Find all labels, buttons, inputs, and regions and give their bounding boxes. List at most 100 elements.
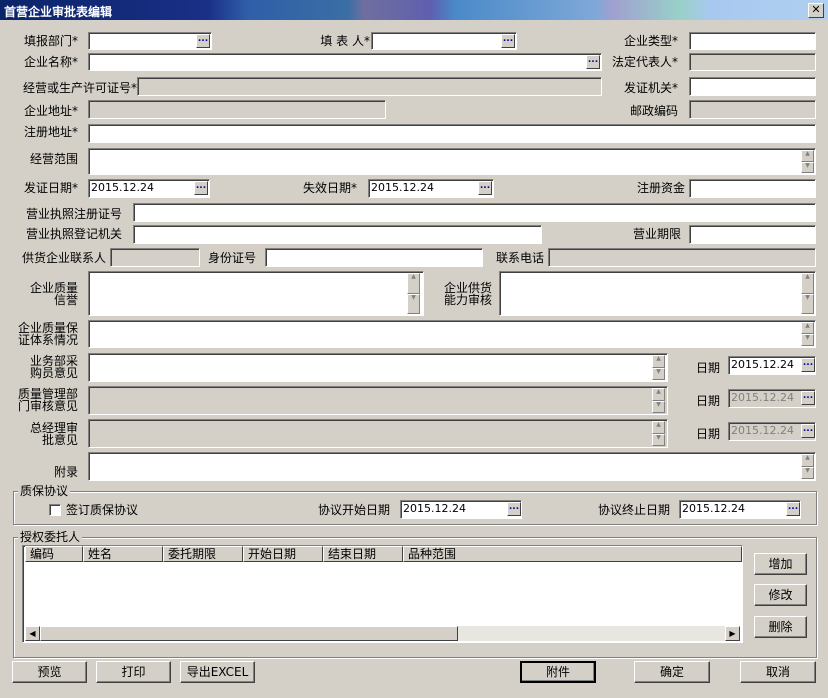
- reg-addr-field[interactable]: [88, 124, 816, 143]
- quality-rep-label: 企业质量 信誉: [20, 282, 78, 306]
- scroll-right-icon[interactable]: ▶: [725, 626, 740, 641]
- sign-agreement-checkbox[interactable]: [49, 504, 61, 516]
- scroll-up-icon[interactable]: ▲: [801, 150, 814, 162]
- sign-agreement-label: 签订质保协议: [66, 503, 139, 517]
- export-excel-button[interactable]: 导出EXCEL: [180, 661, 255, 683]
- preview-button[interactable]: 预览: [12, 661, 87, 683]
- license-no-label: 经营或生产许可证号*: [22, 81, 137, 95]
- agreement-end-picker-icon[interactable]: ...: [786, 502, 800, 516]
- scroll-up-icon[interactable]: ▲: [801, 273, 814, 294]
- scroll-up-icon[interactable]: ▲: [652, 355, 665, 368]
- appendix-field[interactable]: [88, 452, 816, 481]
- scope-label: 经营范围: [29, 152, 78, 166]
- agreement-end-field[interactable]: 2015.12.24: [679, 500, 801, 519]
- expire-date-label: 失效日期*: [302, 181, 357, 195]
- purchaser-opinion-label-line2: 购员意见: [29, 366, 78, 380]
- horizontal-scrollbar[interactable]: ◀ ▶: [25, 626, 740, 641]
- column-header[interactable]: 姓名: [83, 546, 163, 562]
- gm-date-picker-icon[interactable]: ...: [801, 424, 815, 438]
- qm-date-picker-icon[interactable]: ...: [801, 391, 815, 405]
- scroll-down-icon[interactable]: ▼: [652, 400, 665, 413]
- column-header[interactable]: 委托期限: [163, 546, 243, 562]
- phone-field: [548, 248, 816, 267]
- qa-system-label-line2: 证体系情况: [17, 333, 78, 347]
- scroll-left-icon[interactable]: ◀: [25, 626, 40, 641]
- delegate-table[interactable]: 编码 姓名 委托期限 开始日期 结束日期 品种范围 ◀ ▶: [22, 545, 743, 643]
- quality-rep-scrollbar[interactable]: ▲ ▼: [407, 273, 420, 314]
- ent-addr-field: [88, 100, 386, 119]
- print-button[interactable]: 打印: [96, 661, 171, 683]
- qm-date-label: 日期: [695, 394, 720, 408]
- fill-dept-picker-icon[interactable]: ...: [196, 34, 210, 48]
- expire-date-picker-icon[interactable]: ...: [478, 181, 492, 195]
- reg-capital-label: 注册资金: [636, 181, 685, 195]
- qm-opinion-scrollbar[interactable]: ▲ ▼: [652, 388, 665, 413]
- purchaser-date-picker-icon[interactable]: ...: [801, 358, 815, 372]
- scroll-down-icon[interactable]: ▼: [801, 293, 814, 314]
- reg-capital-field[interactable]: [689, 179, 816, 198]
- quality-rep-field[interactable]: [88, 271, 424, 316]
- agreement-start-picker-icon[interactable]: ...: [507, 502, 521, 516]
- scroll-up-icon[interactable]: ▲: [652, 421, 665, 434]
- biz-reg-no-label: 营业执照注册证号: [25, 207, 122, 221]
- cancel-button[interactable]: 取消: [740, 661, 816, 683]
- scroll-down-icon[interactable]: ▼: [801, 466, 814, 479]
- ok-button[interactable]: 确定: [634, 661, 710, 683]
- supply-ability-field[interactable]: [499, 271, 816, 316]
- window-title: 首营企业审批表编辑: [4, 5, 113, 19]
- scope-scrollbar[interactable]: ▲ ▼: [801, 150, 814, 173]
- scroll-up-icon[interactable]: ▲: [407, 273, 420, 294]
- gm-opinion-field: [88, 419, 668, 448]
- gm-opinion-scrollbar[interactable]: ▲ ▼: [652, 421, 665, 446]
- purchaser-opinion-label: 业务部采 购员意见: [20, 355, 78, 379]
- scroll-up-icon[interactable]: ▲: [801, 322, 814, 334]
- scroll-thumb[interactable]: [40, 626, 458, 641]
- qa-system-field[interactable]: [88, 320, 816, 348]
- expire-date-field[interactable]: 2015.12.24: [368, 179, 494, 198]
- scroll-up-icon[interactable]: ▲: [801, 454, 814, 467]
- scroll-down-icon[interactable]: ▼: [407, 293, 420, 314]
- appendix-scrollbar[interactable]: ▲ ▼: [801, 454, 814, 479]
- biz-term-field[interactable]: [689, 225, 816, 244]
- gm-opinion-label: 总经理审 批意见: [20, 422, 78, 446]
- purchaser-opinion-scrollbar[interactable]: ▲ ▼: [652, 355, 665, 380]
- qa-system-scrollbar[interactable]: ▲ ▼: [801, 322, 814, 346]
- id-no-field[interactable]: [265, 248, 483, 267]
- ent-type-field[interactable]: [689, 32, 816, 50]
- qa-system-label: 企业质量保 证体系情况: [14, 322, 78, 346]
- column-header[interactable]: 编码: [25, 546, 83, 562]
- scope-field[interactable]: [88, 148, 816, 175]
- ent-name-field[interactable]: [88, 53, 602, 71]
- scroll-down-icon[interactable]: ▼: [652, 367, 665, 380]
- scroll-up-icon[interactable]: ▲: [652, 388, 665, 401]
- scroll-down-icon[interactable]: ▼: [801, 334, 814, 346]
- filler-picker-icon[interactable]: ...: [501, 34, 515, 48]
- filler-label: 填 表 人*: [320, 34, 370, 48]
- fill-dept-field[interactable]: [88, 32, 212, 50]
- issue-date-picker-icon[interactable]: ...: [194, 181, 208, 195]
- close-button[interactable]: ✕: [808, 3, 824, 18]
- delegate-title: 授权委托人: [18, 530, 83, 544]
- filler-field[interactable]: [371, 32, 517, 50]
- issuer-label: 发证机关*: [623, 81, 678, 95]
- agreement-start-label: 协议开始日期: [318, 503, 391, 517]
- supply-ability-scrollbar[interactable]: ▲ ▼: [801, 273, 814, 314]
- agreement-start-field[interactable]: 2015.12.24: [400, 500, 522, 519]
- ent-name-label: 企业名称*: [23, 55, 78, 69]
- issue-date-field[interactable]: 2015.12.24: [88, 179, 210, 198]
- purchaser-opinion-field[interactable]: [88, 353, 668, 382]
- scroll-down-icon[interactable]: ▼: [652, 433, 665, 446]
- scroll-down-icon[interactable]: ▼: [801, 161, 814, 173]
- add-delegate-button[interactable]: 增加: [754, 553, 807, 575]
- biz-reg-org-field[interactable]: [133, 225, 542, 244]
- column-header[interactable]: 品种范围: [403, 546, 742, 562]
- issuer-field[interactable]: [689, 77, 816, 96]
- edit-delegate-button[interactable]: 修改: [754, 584, 807, 606]
- attachment-button[interactable]: 附件: [520, 661, 596, 683]
- biz-term-label: 营业期限: [632, 227, 681, 241]
- delete-delegate-button[interactable]: 删除: [754, 616, 807, 638]
- column-header[interactable]: 开始日期: [243, 546, 323, 562]
- ent-name-picker-icon[interactable]: ...: [586, 55, 600, 69]
- biz-reg-no-field[interactable]: [133, 203, 816, 222]
- column-header[interactable]: 结束日期: [323, 546, 403, 562]
